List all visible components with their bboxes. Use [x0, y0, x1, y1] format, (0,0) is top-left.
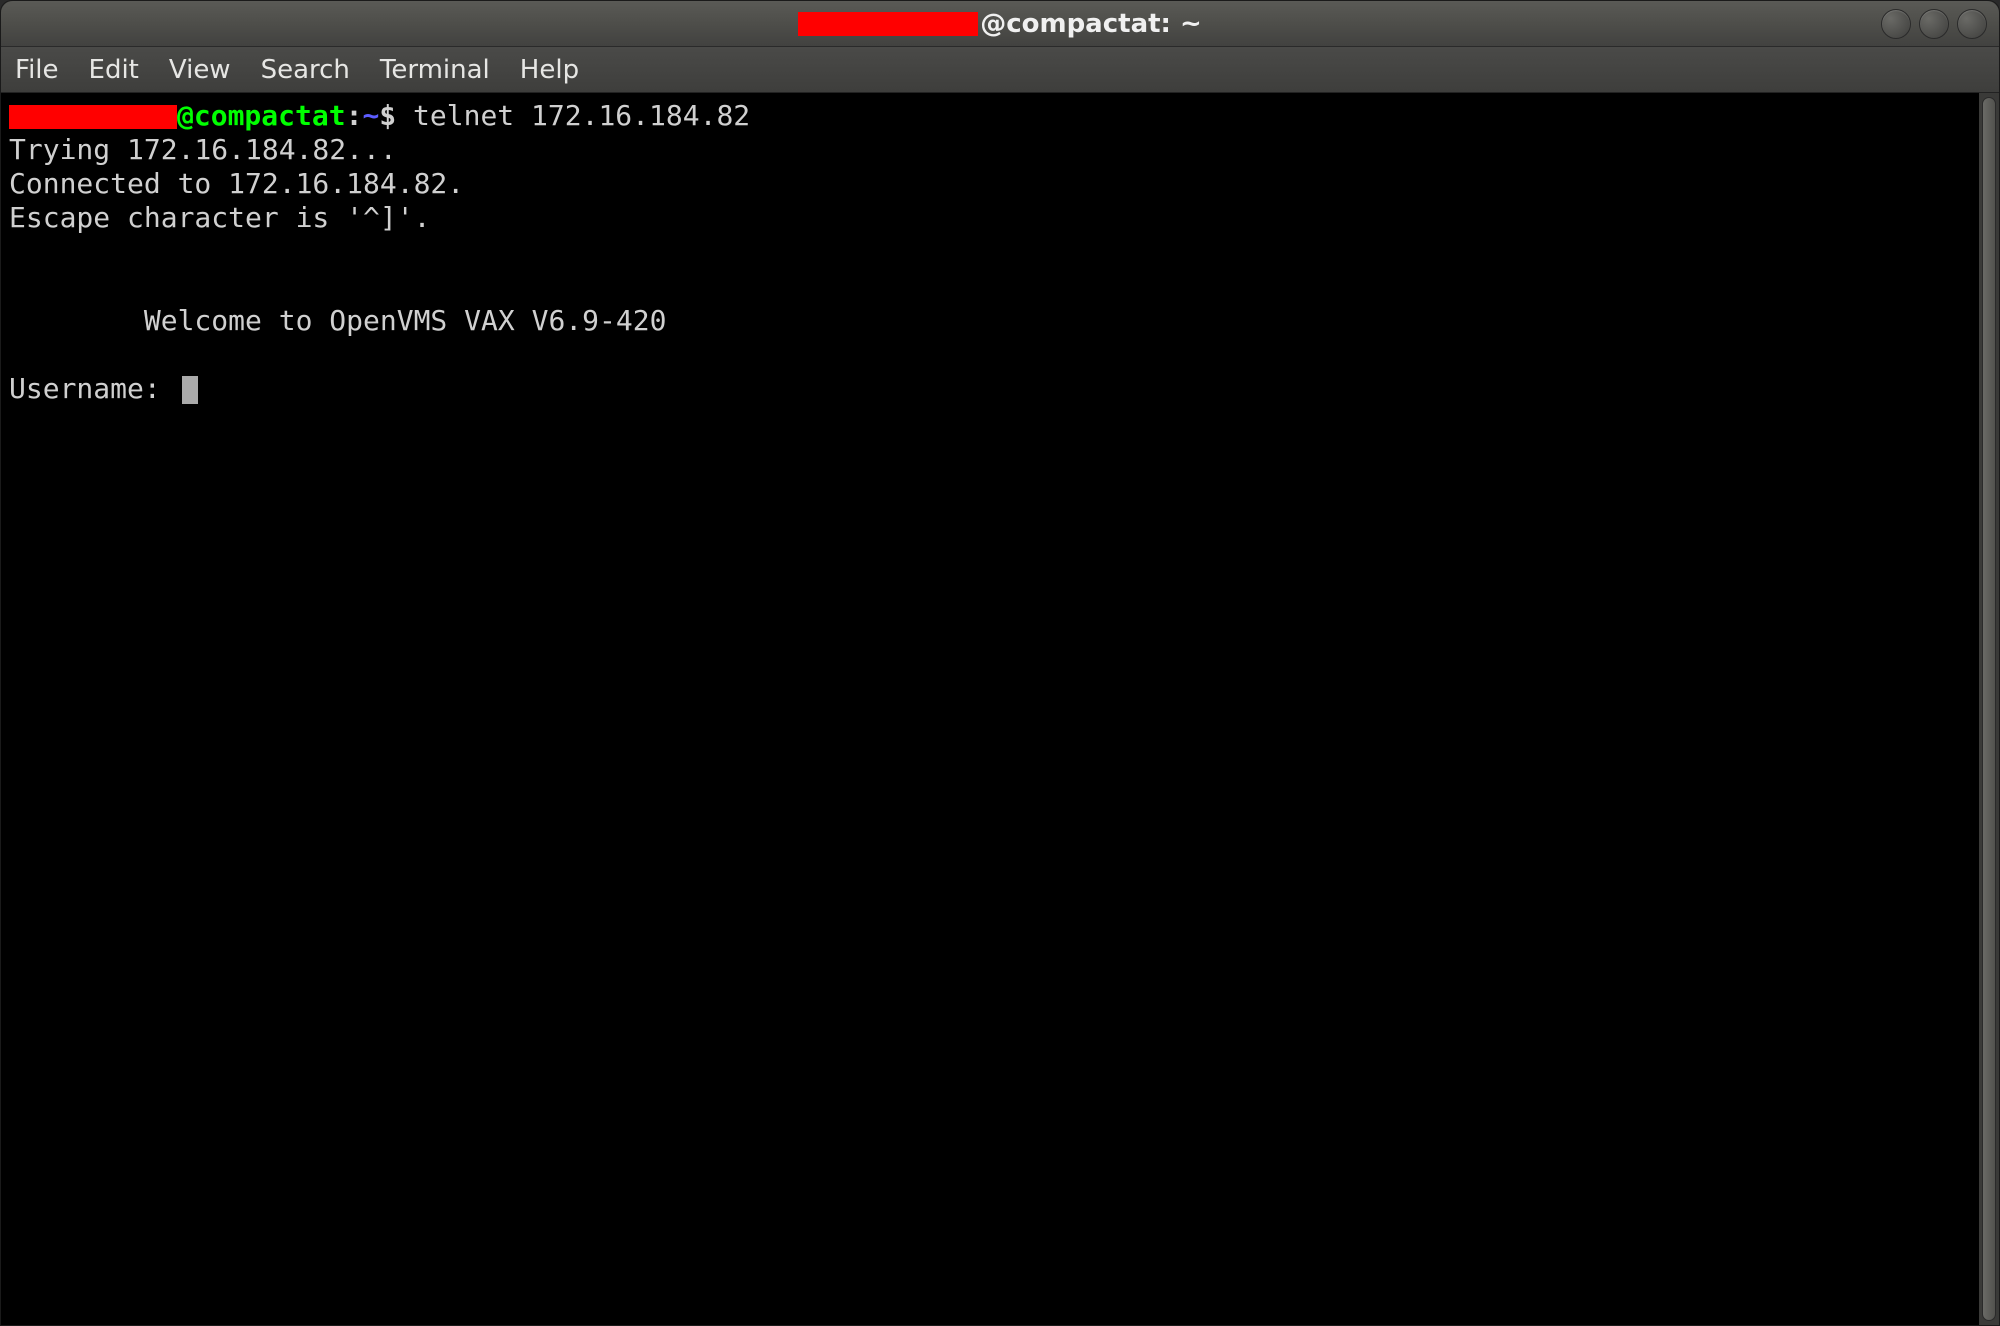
menubar: File Edit View Search Terminal Help	[1, 47, 1999, 93]
close-button[interactable]	[1957, 9, 1987, 39]
window-title: @compactat: ~	[798, 9, 1202, 39]
username-prompt: Username:	[9, 372, 178, 405]
output-line: Welcome to OpenVMS VAX V6.9-420	[9, 304, 666, 337]
menu-search[interactable]: Search	[261, 55, 350, 85]
redacted-prompt-user	[9, 105, 177, 129]
output-line: Trying 172.16.184.82...	[9, 133, 397, 166]
menu-help[interactable]: Help	[520, 55, 579, 85]
prompt-dollar: $	[379, 99, 396, 132]
titlebar[interactable]: @compactat: ~	[1, 1, 1999, 47]
command-text: telnet 172.16.184.82	[396, 99, 750, 132]
prompt-sep: :	[346, 99, 363, 132]
terminal-output[interactable]: @compactat:~$ telnet 172.16.184.82 Tryin…	[1, 93, 1979, 1325]
cursor-icon	[182, 376, 198, 404]
maximize-button[interactable]	[1919, 9, 1949, 39]
window-controls	[1881, 9, 1987, 39]
menu-terminal[interactable]: Terminal	[380, 55, 490, 85]
minimize-button[interactable]	[1881, 9, 1911, 39]
menu-view[interactable]: View	[169, 55, 231, 85]
output-line: Connected to 172.16.184.82.	[9, 167, 464, 200]
menu-file[interactable]: File	[15, 55, 59, 85]
scrollbar[interactable]	[1979, 93, 1999, 1325]
redacted-username	[798, 12, 978, 36]
menu-edit[interactable]: Edit	[89, 55, 139, 85]
prompt-host: @compactat	[177, 99, 346, 132]
terminal-area: @compactat:~$ telnet 172.16.184.82 Tryin…	[1, 93, 1999, 1325]
window-title-text: @compactat: ~	[980, 9, 1202, 39]
output-line: Escape character is '^]'.	[9, 201, 430, 234]
terminal-window: @compactat: ~ File Edit View Search Term…	[0, 0, 2000, 1326]
prompt-path: ~	[362, 99, 379, 132]
scrollbar-thumb[interactable]	[1982, 97, 1996, 1321]
